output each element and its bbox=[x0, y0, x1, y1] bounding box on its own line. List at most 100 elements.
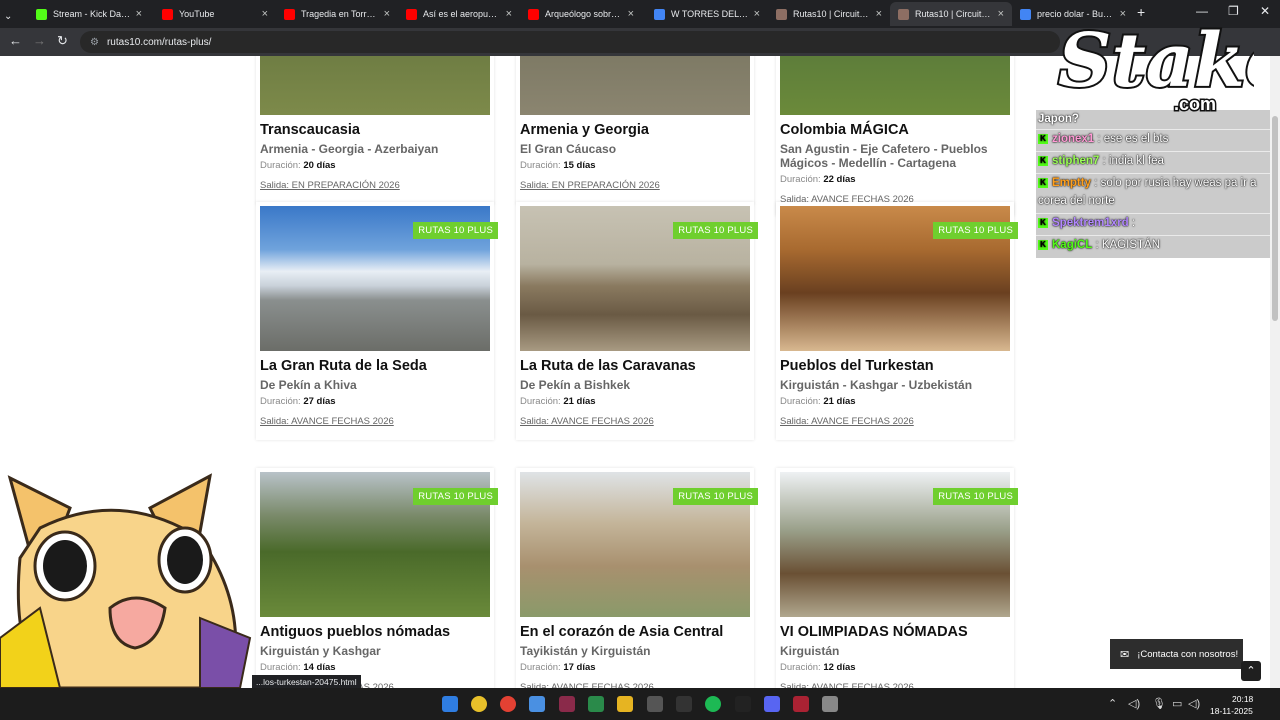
chat-text: : ese es el bts bbox=[1097, 133, 1169, 145]
tour-card[interactable]: RUTAS 10 PLUS La Gran Ruta de la Seda De P… bbox=[256, 202, 498, 440]
tour-title[interactable]: VI OLIMPIADAS NÓMADAS bbox=[780, 624, 968, 640]
contact-chat-button[interactable]: ✉ ¡Contacta con nosotros! bbox=[1110, 639, 1243, 669]
close-window-button[interactable]: ✕ bbox=[1260, 4, 1270, 18]
tour-title[interactable]: En el corazón de Asia Central bbox=[520, 624, 723, 640]
scroll-to-top-button[interactable]: ⌃ bbox=[1241, 661, 1261, 681]
forward-button[interactable]: → bbox=[33, 33, 46, 48]
tour-departure-link[interactable]: Salida: AVANCE FECHAS 2026 bbox=[780, 416, 914, 427]
network-icon[interactable]: ▭ bbox=[1172, 697, 1182, 710]
chat-username[interactable]: Emptty bbox=[1052, 177, 1091, 189]
tab-title: Así es el aeropuerto bbox=[423, 9, 502, 19]
tour-title[interactable]: Transcaucasia bbox=[260, 122, 360, 138]
search-icon[interactable] bbox=[471, 696, 487, 712]
tour-title[interactable]: Colombia MÁGICA bbox=[780, 122, 909, 138]
tab-close-icon[interactable]: × bbox=[754, 8, 760, 20]
page-scrollbar[interactable] bbox=[1270, 56, 1280, 688]
duration-label: Duración: bbox=[260, 396, 301, 407]
chat-username[interactable]: KagiCL bbox=[1052, 239, 1092, 251]
address-bar[interactable]: ⚙ bbox=[80, 31, 1060, 53]
chat-username[interactable]: Japon? bbox=[1038, 113, 1079, 125]
tab-close-icon[interactable]: × bbox=[384, 8, 390, 20]
tray-overflow-icon[interactable]: ⌃ bbox=[1108, 697, 1117, 710]
tour-card[interactable]: RUTAS 10 PLUS Pueblos del Turkestan Kirgui… bbox=[776, 202, 1018, 440]
url-input[interactable] bbox=[106, 36, 707, 48]
tab-close-icon[interactable]: × bbox=[136, 8, 142, 20]
reload-button[interactable]: ↻ bbox=[57, 33, 68, 49]
tab-close-icon[interactable]: × bbox=[628, 8, 634, 20]
tour-title[interactable]: La Gran Ruta de la Seda bbox=[260, 358, 427, 374]
tab-close-icon[interactable]: × bbox=[262, 8, 268, 20]
duration-label: Duración: bbox=[260, 160, 301, 171]
scrollbar-thumb[interactable] bbox=[1272, 116, 1278, 321]
tab-search-button[interactable]: ⌄ bbox=[0, 4, 30, 28]
tour-subtitle: De Pekín a Bishkek bbox=[520, 378, 631, 392]
tab-close-icon[interactable]: × bbox=[506, 8, 512, 20]
tour-image[interactable] bbox=[780, 56, 1010, 115]
tour-departure-link[interactable]: Salida: AVANCE FECHAS 2026 bbox=[260, 416, 394, 427]
tab-title: Rutas10 | Circuitos y bbox=[915, 9, 994, 19]
app-icon[interactable] bbox=[676, 696, 692, 712]
tour-subtitle: Armenia - Georgia - Azerbaiyan bbox=[260, 142, 439, 156]
microphone-icon[interactable]: 🎙 bbox=[1152, 697, 1166, 710]
browser-tab[interactable]: W TORRES DEL PAINE × bbox=[646, 2, 768, 26]
chat-username[interactable]: zionex1 bbox=[1052, 133, 1094, 145]
tour-card[interactable]: RUTAS 10 PLUS En el corazón de Asia Centr… bbox=[516, 468, 758, 688]
chat-divider bbox=[1036, 129, 1270, 130]
site-info-icon[interactable]: ⚙ bbox=[90, 37, 99, 48]
tour-card[interactable]: RUTAS 10 PLUS Antiguos pueblos nómadas Kir… bbox=[256, 468, 498, 688]
tour-card[interactable]: Colombia MÁGICA San Agustin - Eje Cafeter… bbox=[776, 56, 1014, 216]
folder-icon[interactable] bbox=[617, 696, 633, 712]
discord-icon[interactable] bbox=[764, 696, 780, 712]
browser-tab[interactable]: Rutas10 | Circuitos y × bbox=[768, 2, 890, 26]
chat-username[interactable]: Spektrem1xrd bbox=[1052, 217, 1129, 229]
tab-favicon-icon bbox=[776, 8, 787, 20]
volume-icon[interactable]: ◁) bbox=[1128, 697, 1140, 710]
tour-title[interactable]: Armenia y Georgia bbox=[520, 122, 649, 138]
tour-title[interactable]: La Ruta de las Caravanas bbox=[520, 358, 696, 374]
tour-subtitle: San Agustin - Eje Cafetero - Pueblos Mág… bbox=[780, 142, 988, 170]
tour-image[interactable] bbox=[260, 56, 490, 115]
tour-departure-link[interactable]: Salida: EN PREPARACIÓN 2026 bbox=[520, 180, 660, 191]
browser-tab[interactable]: Rutas10 | Circuitos y × bbox=[890, 2, 1012, 26]
tour-departure-link[interactable]: Salida: AVANCE FECHAS 2026 bbox=[520, 416, 654, 427]
browser-tab[interactable]: Tragedia en Torres de × bbox=[276, 2, 398, 26]
app-icon[interactable] bbox=[735, 696, 751, 712]
tour-duration: Duración: 15 días bbox=[520, 160, 596, 171]
app-icon[interactable] bbox=[588, 696, 604, 712]
tour-title[interactable]: Antiguos pueblos nómadas bbox=[260, 624, 450, 640]
back-button[interactable]: ← bbox=[9, 33, 22, 48]
app-icon[interactable] bbox=[529, 696, 545, 712]
app-icon[interactable] bbox=[793, 696, 809, 712]
app-icon[interactable] bbox=[559, 696, 575, 712]
app-icon[interactable] bbox=[647, 696, 663, 712]
tab-favicon-icon bbox=[162, 8, 173, 20]
stake-logo: Stake .com bbox=[1056, 16, 1254, 114]
tour-card[interactable]: Transcaucasia Armenia - Georgia - Azerbai… bbox=[256, 56, 494, 204]
tour-departure-link[interactable]: Salida: EN PREPARACIÓN 2026 bbox=[260, 180, 400, 191]
tab-close-icon[interactable]: × bbox=[876, 8, 882, 20]
tab-favicon-icon bbox=[284, 8, 295, 20]
tab-close-icon[interactable]: × bbox=[998, 8, 1004, 20]
start-icon[interactable] bbox=[442, 696, 458, 712]
tour-duration: Duración: 21 días bbox=[520, 396, 596, 407]
stake-brand-text: Stake bbox=[1058, 18, 1254, 104]
duration-value: 27 días bbox=[303, 396, 336, 407]
tour-duration: Duración: 17 días bbox=[520, 662, 596, 673]
spotify-icon[interactable] bbox=[705, 696, 721, 712]
chat-username[interactable]: stiphen7 bbox=[1052, 155, 1099, 167]
browser-tab[interactable]: Así es el aeropuerto × bbox=[398, 2, 520, 26]
browser-tab[interactable]: Stream - Kick Dashbo × bbox=[28, 2, 150, 26]
tour-card[interactable]: Armenia y Georgia El Gran Cáucaso Duración… bbox=[516, 56, 754, 204]
tour-duration: Duración: 12 días bbox=[780, 662, 856, 673]
speaker-icon[interactable]: ◁) bbox=[1188, 697, 1200, 710]
app-icon[interactable] bbox=[822, 696, 838, 712]
chat-message: K KagiCL : KAGISTÁN bbox=[1038, 236, 1268, 254]
tour-card[interactable]: RUTAS 10 PLUS La Ruta de las Caravanas De … bbox=[516, 202, 758, 440]
tour-title[interactable]: Pueblos del Turkestan bbox=[780, 358, 934, 374]
plus-badge: RUTAS 10 PLUS bbox=[673, 222, 758, 239]
browser-tab[interactable]: Arqueólogo sobre un × bbox=[520, 2, 642, 26]
tour-card[interactable]: RUTAS 10 PLUS VI OLIMPIADAS NÓMADAS Kirgui… bbox=[776, 468, 1018, 688]
chrome-icon[interactable] bbox=[500, 696, 516, 712]
browser-tab[interactable]: YouTube × bbox=[154, 2, 276, 26]
tour-image[interactable] bbox=[520, 56, 750, 115]
